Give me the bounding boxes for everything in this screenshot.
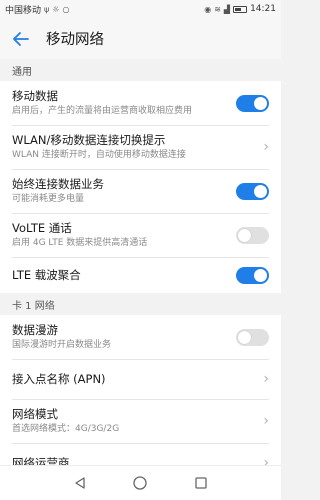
sim1-settings-list: 数据漫游 国际漫游时开启数据业务 接入点名称 (APN) › 网络模式 首选网络… [0,315,281,483]
apn-row[interactable]: 接入点名称 (APN) › [0,359,281,399]
clock: 14:21 [250,4,276,14]
app-bar: 移动网络 [0,18,281,59]
alarm-icon: ☼ [52,4,60,14]
recents-square-icon[interactable] [189,471,213,495]
roaming-row[interactable]: 数据漫游 国际漫游时开启数据业务 [0,315,281,359]
battery-icon [233,5,248,13]
volte-row[interactable]: VoLTE 通话 启用 4G LTE 数据来提供高清通话 [0,213,281,257]
wlan-switch-row[interactable]: WLAN/移动数据连接切换提示 WLAN 连接断开时，自动使用移动数据连接 › [0,125,281,169]
section-header-general: 通用 [0,59,281,81]
network-mode-subtitle: 首选网络模式：4G/3G/2G [12,423,120,434]
roaming-toggle[interactable] [236,328,269,346]
always-on-title: 始终连接数据业务 [12,176,104,191]
back-arrow-icon[interactable] [10,28,32,50]
chat-icon: ○ [62,4,70,14]
apn-title: 接入点名称 (APN) [12,371,106,386]
mobile-data-title: 移动数据 [12,88,58,103]
carrier-label: 中国移动 [5,5,42,16]
chevron-right-icon: › [263,413,269,429]
signal-icon: ▟ [223,4,231,14]
mobile-data-subtitle: 启用后，产生的流量将由运营商收取相应费用 [12,105,193,116]
system-nav-bar [0,465,281,500]
always-on-toggle[interactable] [236,182,269,200]
wlan-switch-subtitle: WLAN 连接断开时，自动使用移动数据连接 [12,149,186,160]
wifi-icon: ≋ [214,4,221,14]
wlan-switch-title: WLAN/移动数据连接切换提示 [12,132,166,147]
roaming-title: 数据漫游 [12,322,58,337]
mobile-data-row[interactable]: 移动数据 启用后，产生的流量将由运营商收取相应费用 [0,81,281,125]
always-on-row[interactable]: 始终连接数据业务 可能消耗更多电量 [0,169,281,213]
chevron-right-icon: › [263,371,269,387]
usb-icon: ψ [44,4,50,14]
status-bar: 中国移动 ψ ☼ ○ ◉ ≋ ▟ 14:21 [0,0,281,18]
chevron-right-icon: › [263,139,269,155]
volte-toggle[interactable] [236,226,269,244]
mobile-data-toggle[interactable] [236,94,269,112]
back-triangle-icon[interactable] [68,471,92,495]
page-title: 移动网络 [46,32,104,48]
home-circle-icon[interactable] [128,471,152,495]
always-on-subtitle: 可能消耗更多电量 [12,193,85,204]
network-mode-title: 网络模式 [12,406,58,421]
section-header-sim1: 卡 1 网络 [0,293,281,315]
volte-subtitle: 启用 4G LTE 数据来提供高清通话 [12,237,148,248]
eye-icon: ◉ [204,4,212,14]
roaming-subtitle: 国际漫游时开启数据业务 [12,339,112,350]
network-mode-row[interactable]: 网络模式 首选网络模式：4G/3G/2G › [0,399,281,443]
lte-ca-row[interactable]: LTE 载波聚合 [0,257,281,293]
volte-title: VoLTE 通话 [12,220,72,235]
lte-ca-title: LTE 载波聚合 [12,267,81,282]
general-settings-list: 移动数据 启用后，产生的流量将由运营商收取相应费用 WLAN/移动数据连接切换提… [0,81,281,293]
lte-ca-toggle[interactable] [236,266,269,284]
